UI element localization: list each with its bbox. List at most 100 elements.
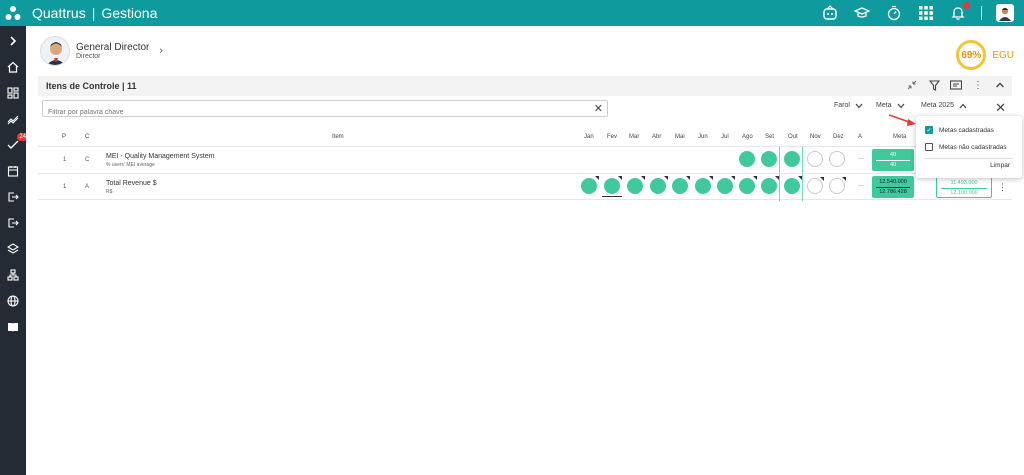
comment-marker-icon bbox=[664, 176, 668, 180]
comment-marker-icon bbox=[820, 177, 824, 181]
meta-value-cell[interactable]: 12.540.000 12.786.428 bbox=[872, 176, 914, 198]
real-value-cell[interactable]: 11.493.000 12.100.000 bbox=[936, 176, 992, 198]
book-icon[interactable] bbox=[6, 320, 20, 334]
user-role: Director bbox=[76, 53, 101, 60]
filter-row: ✕ Farol Meta Meta 2025 ✕ bbox=[38, 98, 1012, 120]
app-logo-icon[interactable] bbox=[0, 0, 26, 26]
assistant-icon[interactable] bbox=[821, 4, 839, 22]
hierarchy-icon[interactable] bbox=[6, 268, 20, 282]
header-mar: Mar bbox=[629, 134, 640, 140]
stopwatch-icon[interactable] bbox=[885, 4, 903, 22]
chevron-right-icon[interactable]: › bbox=[159, 45, 163, 57]
farol-abr[interactable] bbox=[650, 176, 668, 194]
more-options-icon[interactable]: ⋮ bbox=[972, 79, 984, 91]
filter-icon[interactable] bbox=[928, 79, 940, 91]
header-item: Item bbox=[332, 134, 344, 140]
farol-mai[interactable] bbox=[672, 176, 690, 194]
panel-header: Itens de Controle | 11 ⋮ bbox=[38, 76, 1012, 96]
farol-out[interactable] bbox=[784, 176, 802, 194]
farol-dez[interactable] bbox=[829, 177, 846, 194]
user-avatar-icon[interactable] bbox=[996, 4, 1014, 22]
table-row[interactable]: 1 C MEI - Quality Management System % us… bbox=[38, 146, 1012, 174]
panel-tools: ⋮ bbox=[906, 79, 1006, 91]
row-more-options-icon[interactable]: ⋮ bbox=[998, 182, 1007, 193]
farol-nov[interactable] bbox=[807, 151, 823, 167]
user-block[interactable]: General Director Director › bbox=[40, 36, 163, 66]
apps-grid-icon[interactable] bbox=[917, 4, 935, 22]
popup-divider bbox=[925, 158, 1013, 159]
panel-title: Itens de Controle | 11 bbox=[46, 81, 137, 91]
month-divider bbox=[779, 147, 780, 174]
layers-icon[interactable] bbox=[6, 242, 20, 256]
header-out: Out bbox=[788, 134, 798, 140]
meta-filter-popup: ✓ Metas cadastradas Metas não cadastrada… bbox=[916, 116, 1022, 178]
tasks-icon[interactable]: 24 bbox=[6, 133, 28, 152]
farol-fev[interactable] bbox=[604, 176, 622, 194]
farol-mar[interactable] bbox=[627, 176, 645, 194]
user-info: General Director Director bbox=[76, 42, 149, 60]
farol-ago[interactable] bbox=[739, 176, 757, 194]
control-items-table: P C Item Jan Fev Mar Abr Mai Jun Jul Ago… bbox=[38, 130, 1012, 201]
farol-ago[interactable] bbox=[739, 151, 755, 167]
notification-dot bbox=[963, 2, 970, 9]
search-input[interactable] bbox=[43, 105, 583, 120]
meta-bottom-value: 12.786.428 bbox=[879, 189, 907, 195]
trend-icon[interactable] bbox=[6, 112, 20, 126]
row-p: 1 bbox=[63, 184, 67, 190]
header-dez: Dez bbox=[833, 134, 844, 140]
option-metas-nao-cadastradas[interactable]: Metas não cadastradas bbox=[925, 143, 1007, 151]
real-bottom-value: 12.100.000 bbox=[950, 190, 978, 196]
header-jun: Jun bbox=[698, 134, 708, 140]
item-name: Total Revenue $ bbox=[106, 180, 157, 187]
option-metas-cadastradas[interactable]: ✓ Metas cadastradas bbox=[925, 126, 994, 134]
farol-nov[interactable] bbox=[807, 177, 824, 194]
header-a: A bbox=[858, 134, 863, 140]
chevron-up-icon[interactable] bbox=[994, 79, 1006, 91]
meta-dropdown[interactable]: Meta bbox=[876, 102, 905, 109]
checkbox-checked-icon[interactable]: ✓ bbox=[925, 126, 933, 134]
expand-sidebar-icon[interactable] bbox=[6, 34, 20, 48]
farol-dropdown[interactable]: Farol bbox=[834, 102, 863, 109]
home-icon[interactable] bbox=[6, 60, 20, 74]
dashboard-icon[interactable] bbox=[6, 86, 20, 100]
globe-icon[interactable] bbox=[6, 294, 20, 308]
header-jan: Jan bbox=[584, 134, 594, 140]
farol-jul[interactable] bbox=[717, 176, 735, 194]
clear-search-icon[interactable]: ✕ bbox=[594, 102, 603, 115]
table-row[interactable]: 1 A Total Revenue $ R$ — 12.540.000 12.7… bbox=[38, 173, 1012, 201]
score-widget[interactable]: 69% EGU bbox=[956, 40, 1014, 70]
notification-bell-icon[interactable] bbox=[949, 2, 970, 22]
display-icon[interactable] bbox=[950, 79, 962, 91]
farol-out[interactable] bbox=[784, 151, 800, 167]
user-name: General Director bbox=[76, 42, 150, 53]
comment-marker-icon bbox=[618, 176, 622, 180]
month-divider bbox=[779, 174, 780, 201]
farol-jun[interactable] bbox=[695, 176, 713, 194]
meta-value-cell[interactable]: 40 40 bbox=[872, 149, 914, 171]
main-content: General Director Director › 69% EGU Iten… bbox=[26, 26, 1024, 475]
export-icon[interactable] bbox=[6, 190, 20, 204]
meta-year-dropdown-label: Meta 2025 bbox=[921, 102, 955, 109]
comment-marker-icon bbox=[686, 176, 690, 180]
farol-dez[interactable] bbox=[829, 151, 845, 167]
meta-year-dropdown[interactable]: Meta 2025 bbox=[921, 102, 967, 109]
farol-set[interactable] bbox=[761, 151, 777, 167]
clear-button[interactable]: Limpar bbox=[990, 162, 1010, 169]
header-jul: Jul bbox=[721, 134, 729, 140]
farol-set[interactable] bbox=[761, 176, 779, 194]
item-subtitle: R$ bbox=[106, 189, 113, 195]
graduation-cap-icon[interactable] bbox=[853, 4, 871, 22]
checkbox-unchecked-icon[interactable] bbox=[925, 143, 933, 151]
real-top-value: 11.493.000 bbox=[950, 180, 978, 186]
comment-marker-icon bbox=[731, 176, 735, 180]
farol-dropdown-label: Farol bbox=[834, 102, 850, 109]
row-c: C bbox=[85, 157, 90, 163]
logout-icon[interactable] bbox=[6, 216, 20, 230]
farol-jan[interactable] bbox=[581, 176, 599, 194]
top-bar: Quattrus | Gestiona bbox=[0, 0, 1024, 26]
calendar-icon[interactable] bbox=[6, 164, 20, 178]
comment-marker-icon bbox=[709, 176, 713, 180]
close-filter-icon[interactable]: ✕ bbox=[995, 100, 1006, 116]
collapse-icon[interactable] bbox=[906, 79, 918, 91]
comment-marker-icon bbox=[842, 177, 846, 181]
